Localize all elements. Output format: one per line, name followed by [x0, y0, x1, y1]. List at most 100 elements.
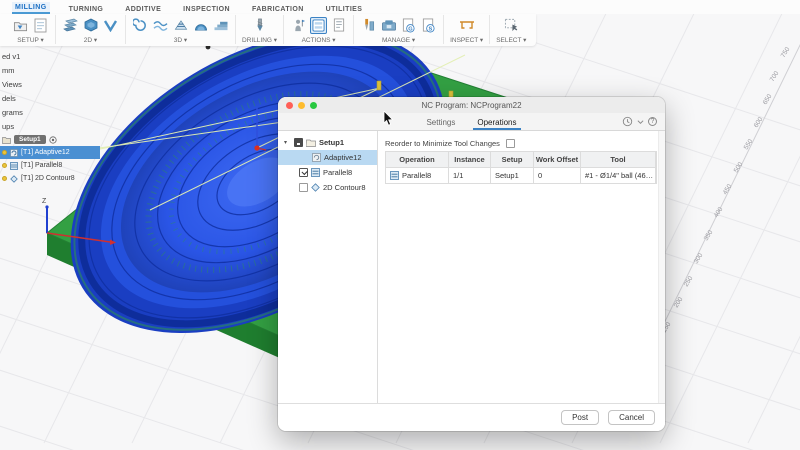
radio-dot-icon[interactable]: [49, 135, 57, 144]
browser-tree: ed v1 mm Views dels grams ups Setup1 [T1…: [0, 49, 100, 185]
grid-axis-label: 250: [683, 275, 695, 288]
reorder-checkbox[interactable]: [505, 138, 515, 148]
3d-adaptive-icon: [133, 17, 146, 31]
col-tool[interactable]: Tool: [581, 152, 656, 168]
scrollbar-track[interactable]: [658, 131, 665, 403]
group-label-2d[interactable]: 2D ▾: [84, 36, 97, 44]
table-row[interactable]: Parallel8 1/1 Setup1 0 #1 - Ø1/4" ball (…: [386, 168, 656, 184]
visibility-bulb-icon[interactable]: [2, 176, 7, 181]
parallel8-checkbox[interactable]: [299, 168, 308, 177]
2dcontour8-checkbox[interactable]: [299, 183, 308, 192]
chevron-down-icon[interactable]: [637, 119, 644, 125]
browser-item-document[interactable]: ed v1: [0, 49, 100, 63]
col-instance[interactable]: Instance: [449, 152, 491, 168]
tree-op-label: Adaptive12: [324, 153, 362, 162]
tool-library-button[interactable]: [360, 17, 377, 34]
col-work-offset[interactable]: Work Offset: [534, 152, 581, 168]
post-process-icon: [312, 18, 325, 32]
dialog-titlebar[interactable]: NC Program: NCProgram22: [278, 97, 665, 113]
2d-contour-button[interactable]: [102, 17, 119, 34]
col-setup[interactable]: Setup: [491, 152, 534, 168]
col-operation[interactable]: Operation: [386, 152, 449, 168]
operations-table: Operation Instance Setup Work Offset Too…: [385, 151, 657, 184]
visibility-bulb-icon[interactable]: [2, 150, 7, 155]
workspace-tabs: MILLING TURNING ADDITIVE INSPECTION FABR…: [0, 0, 800, 14]
browser-item-named-views[interactable]: Views: [0, 77, 100, 91]
browser-item-models[interactable]: dels: [0, 91, 100, 105]
grid-axis-label: 650: [762, 93, 774, 106]
tab-turning[interactable]: TURNING: [66, 4, 107, 14]
group-label-select[interactable]: SELECT ▾: [496, 36, 526, 44]
3d-pocket-button[interactable]: [152, 17, 169, 34]
history-clock-icon[interactable]: [622, 116, 633, 127]
machine-library-icon: [381, 19, 396, 31]
scallop-icon: [194, 23, 207, 31]
cancel-button[interactable]: Cancel: [608, 410, 655, 425]
browser-op-adaptive12[interactable]: [T1] Adaptive12: [0, 146, 100, 159]
browser-item-label: Views: [2, 79, 22, 89]
parallel-button[interactable]: [172, 17, 189, 34]
machine-library-button[interactable]: [380, 17, 397, 34]
browser-op-parallel8[interactable]: [T1] Parallel8: [0, 159, 100, 172]
new-setup-button[interactable]: [12, 17, 29, 34]
2d-contour-icon: [103, 19, 118, 32]
simulate-icon: [294, 19, 305, 31]
group-label-setup[interactable]: SETUP ▾: [17, 36, 44, 44]
browser-op-label: [T1] Adaptive12: [21, 149, 70, 156]
tree-setup-label: Setup1: [319, 138, 345, 147]
setup-sheet-button[interactable]: [32, 17, 49, 34]
tool-marker: [376, 80, 382, 91]
group-label-inspect[interactable]: INSPECT ▾: [450, 36, 483, 44]
tree-row-2dcontour8[interactable]: 2D Contour8: [278, 180, 377, 195]
browser-item-label: ed v1: [2, 51, 21, 61]
group-label-actions[interactable]: ACTIONS ▾: [302, 36, 336, 44]
setup-name-badge[interactable]: Setup1: [14, 135, 46, 144]
browser-item-label: mm: [2, 65, 15, 75]
help-icon[interactable]: ?: [648, 117, 657, 126]
group-label-manage[interactable]: MANAGE ▾: [382, 36, 415, 44]
cell-work-offset: 0: [534, 168, 581, 184]
browser-item-nc-programs[interactable]: grams: [0, 105, 100, 119]
post-library-button[interactable]: G: [400, 17, 417, 34]
tab-fabrication[interactable]: FABRICATION: [249, 4, 307, 14]
browser-item-units[interactable]: mm: [0, 63, 100, 77]
browser-setup-row[interactable]: Setup1: [0, 133, 100, 146]
grid-axis-label: 700: [769, 70, 781, 83]
cell-setup: Setup1: [491, 168, 534, 184]
3d-adaptive-button[interactable]: [132, 17, 149, 34]
svg-text:S: S: [429, 26, 433, 32]
cell-tool: #1 - Ø1/4" ball (46294-K CNC ...: [585, 171, 655, 180]
ramp-button[interactable]: [212, 17, 229, 34]
2d-pocket-button[interactable]: [62, 17, 79, 34]
setup-doc-icon: [34, 18, 47, 32]
folder-open-icon: [306, 139, 316, 147]
tab-utilities[interactable]: UTILITIES: [323, 4, 366, 14]
tab-operations[interactable]: Operations: [473, 116, 521, 130]
parallel-op-icon: [10, 161, 18, 170]
select-button[interactable]: [503, 17, 520, 34]
group-label-3d[interactable]: 3D ▾: [174, 36, 187, 44]
tab-milling[interactable]: MILLING: [12, 2, 50, 14]
tree-row-setup1[interactable]: ▾ Setup1: [278, 135, 377, 150]
tab-inspection[interactable]: INSPECTION: [180, 4, 233, 14]
post-process-button[interactable]: [310, 16, 328, 34]
scallop-button[interactable]: [192, 17, 209, 34]
cam-settings-button[interactable]: S: [420, 17, 437, 34]
tree-expand-caret[interactable]: ▾: [284, 139, 291, 146]
setup1-checkbox[interactable]: [294, 138, 303, 147]
measure-button[interactable]: [458, 17, 475, 34]
drill-button[interactable]: [251, 17, 268, 34]
browser-op-2dcontour8[interactable]: [T1] 2D Contour8: [0, 172, 100, 185]
tree-row-adaptive12[interactable]: Adaptive12: [278, 150, 377, 165]
2d-adaptive-button[interactable]: [82, 17, 99, 34]
tab-settings[interactable]: Settings: [422, 116, 459, 130]
post-button[interactable]: Post: [561, 410, 600, 425]
browser-item-setups[interactable]: ups: [0, 119, 100, 133]
setup-sheet-list-button[interactable]: [330, 17, 347, 34]
parallel-icon: [174, 19, 187, 30]
group-label-drilling[interactable]: DRILLING ▾: [242, 36, 277, 44]
tree-row-parallel8[interactable]: Parallel8: [278, 165, 377, 180]
simulate-button[interactable]: [290, 17, 307, 34]
tab-additive[interactable]: ADDITIVE: [122, 4, 164, 14]
visibility-bulb-icon[interactable]: [2, 163, 7, 168]
